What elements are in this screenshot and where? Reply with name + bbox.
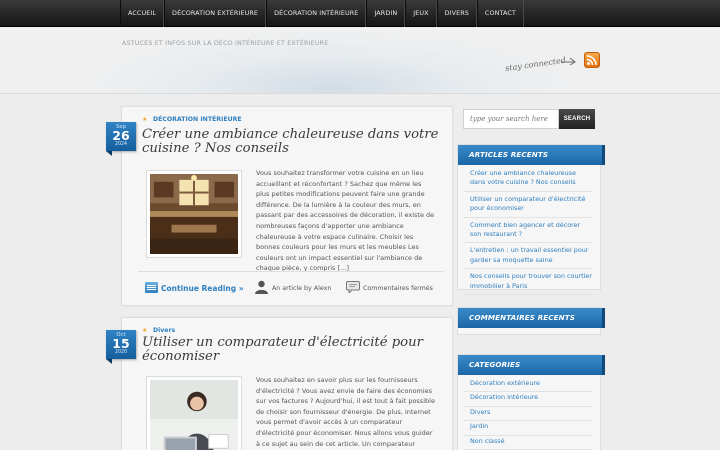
star-icon: ★ (142, 116, 148, 123)
search-button[interactable]: SEARCH (559, 109, 595, 129)
nav-item-accueil[interactable]: ACCUEIL (120, 0, 165, 27)
categories-title: CATEGORIES (458, 355, 605, 375)
post-title[interactable]: Créer une ambiance chaleureuse dans votr… (142, 128, 442, 156)
site-tagline: ASTUCES ET INFOS SUR LA DÉCO INTÉRIEURE … (122, 40, 329, 47)
rss-icon[interactable] (584, 52, 600, 68)
top-navigation: ACCUEIL DÉCORATION EXTÉRIEURE DÉCORATION… (0, 0, 720, 27)
post-date-badge: Sep 26 2024 (106, 122, 136, 156)
post-author: An article by Alexn (272, 285, 332, 292)
post-category[interactable]: Divers (153, 327, 175, 334)
post-date-year: 2020 (114, 350, 128, 355)
post-category[interactable]: DÉCORATION INTÉRIEURE (153, 116, 242, 123)
post-comments-status: Commentaires fermés (363, 285, 433, 292)
stay-connected-label: stay connected (505, 56, 576, 73)
post-excerpt: Vous souhaitez transformer votre cuisine… (256, 169, 435, 273)
post-date-day: 15 (112, 336, 130, 351)
kitchen-image (150, 174, 238, 254)
recent-articles-title: ARTICLES RECENTS (458, 145, 605, 165)
recent-article-link[interactable]: L'entretien : un travail essentiel pour … (464, 246, 592, 270)
comment-icon (346, 281, 360, 293)
category-link[interactable]: Décoration extérieure (464, 379, 592, 393)
woman-laptop-image (150, 380, 238, 450)
star-icon: ★ (142, 327, 148, 334)
post-card: Oct 15 2020 ★ Divers Utiliser un compara… (106, 317, 453, 450)
categories-list: Décoration extérieure Décoration intérie… (464, 379, 592, 450)
recent-article-link[interactable]: Créer une ambiance chaleureuse dans votr… (464, 169, 592, 192)
document-icon (145, 282, 158, 293)
post-date-badge: Oct 15 2020 (106, 330, 136, 364)
nav-item-decoration-interieure[interactable]: DÉCORATION INTÉRIEURE (266, 0, 367, 27)
stay-connected-text: stay connected (505, 56, 567, 73)
category-link[interactable]: Non classé (464, 437, 592, 450)
post-date-year: 2024 (114, 142, 128, 147)
recent-articles-list: Créer une ambiance chaleureuse dans votr… (464, 169, 592, 298)
post-meta-bar: Continue Reading » An article by Alexn C… (138, 271, 444, 301)
recent-article-link[interactable]: Utiliser un comparateur d'électricité po… (464, 195, 592, 218)
post-title[interactable]: Utiliser un comparateur d'électricité po… (142, 336, 442, 364)
search-input[interactable] (463, 109, 559, 129)
recent-article-link[interactable]: Comment bien agencer et décorer son rest… (464, 221, 592, 244)
nav-item-jardin[interactable]: JARDIN (366, 0, 406, 27)
recent-comments-widget: COMMENTAIRES RECENTS (457, 307, 605, 335)
nav-item-divers[interactable]: DIVERS (436, 0, 477, 27)
continue-reading-link[interactable]: Continue Reading » (161, 284, 244, 293)
nav-item-jeux[interactable]: JEUX (405, 0, 437, 27)
category-link[interactable]: Jardin (464, 422, 592, 436)
category-link[interactable]: Décoration intérieure (464, 393, 592, 407)
user-icon (255, 280, 268, 294)
post-thumbnail[interactable] (146, 376, 242, 450)
post-excerpt: Vous souhaitez en savoir plus sur les fo… (256, 376, 435, 448)
post-thumbnail[interactable] (146, 170, 242, 258)
post-date-day: 26 (112, 128, 130, 143)
category-link[interactable]: Divers (464, 408, 592, 422)
nav-item-contact[interactable]: CONTACT (476, 0, 524, 27)
post-card: Sep 26 2024 ★ DÉCORATION INTÉRIEURE Crée… (106, 106, 453, 306)
recent-article-link[interactable]: Nos conseils pour trouver son courtier i… (464, 272, 592, 296)
nav-item-decoration-exterieure[interactable]: DÉCORATION EXTÉRIEURE (164, 0, 267, 27)
site-header: ASTUCES ET INFOS SUR LA DÉCO INTÉRIEURE … (0, 28, 720, 94)
categories-widget: CATEGORIES Décoration extérieure Décorat… (457, 354, 605, 450)
recent-comments-title: COMMENTAIRES RECENTS (458, 308, 605, 328)
nav-menu: ACCUEIL DÉCORATION EXTÉRIEURE DÉCORATION… (120, 0, 524, 27)
recent-articles-widget: ARTICLES RECENTS Créer une ambiance chal… (457, 144, 605, 296)
